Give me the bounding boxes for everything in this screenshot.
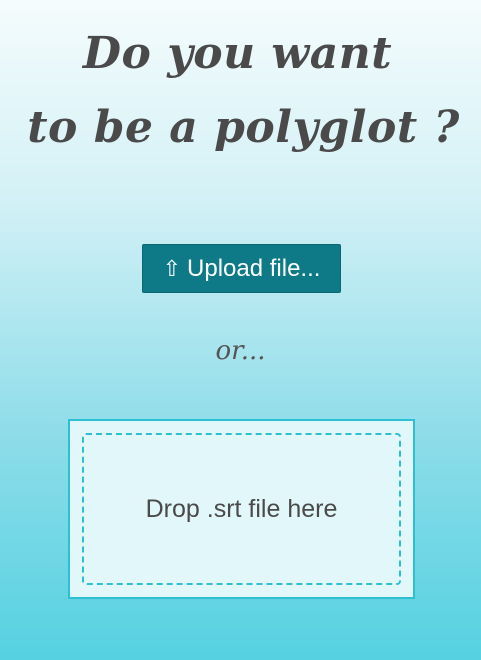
file-drop-zone[interactable]: Drop .srt file here [68,419,415,599]
upload-file-label: Upload file... [187,254,321,282]
drop-zone-dashed-area[interactable]: Drop .srt file here [82,433,401,585]
drop-zone-label: Drop .srt file here [145,494,338,523]
page-title-line-1: Do you want [82,28,393,79]
page-title-line-2: to be a polyglot ? [27,102,460,153]
or-separator: or... [215,336,266,366]
upload-arrow-icon: ⇧ [162,255,182,281]
upload-file-button[interactable]: ⇧ Upload file... [142,244,341,293]
